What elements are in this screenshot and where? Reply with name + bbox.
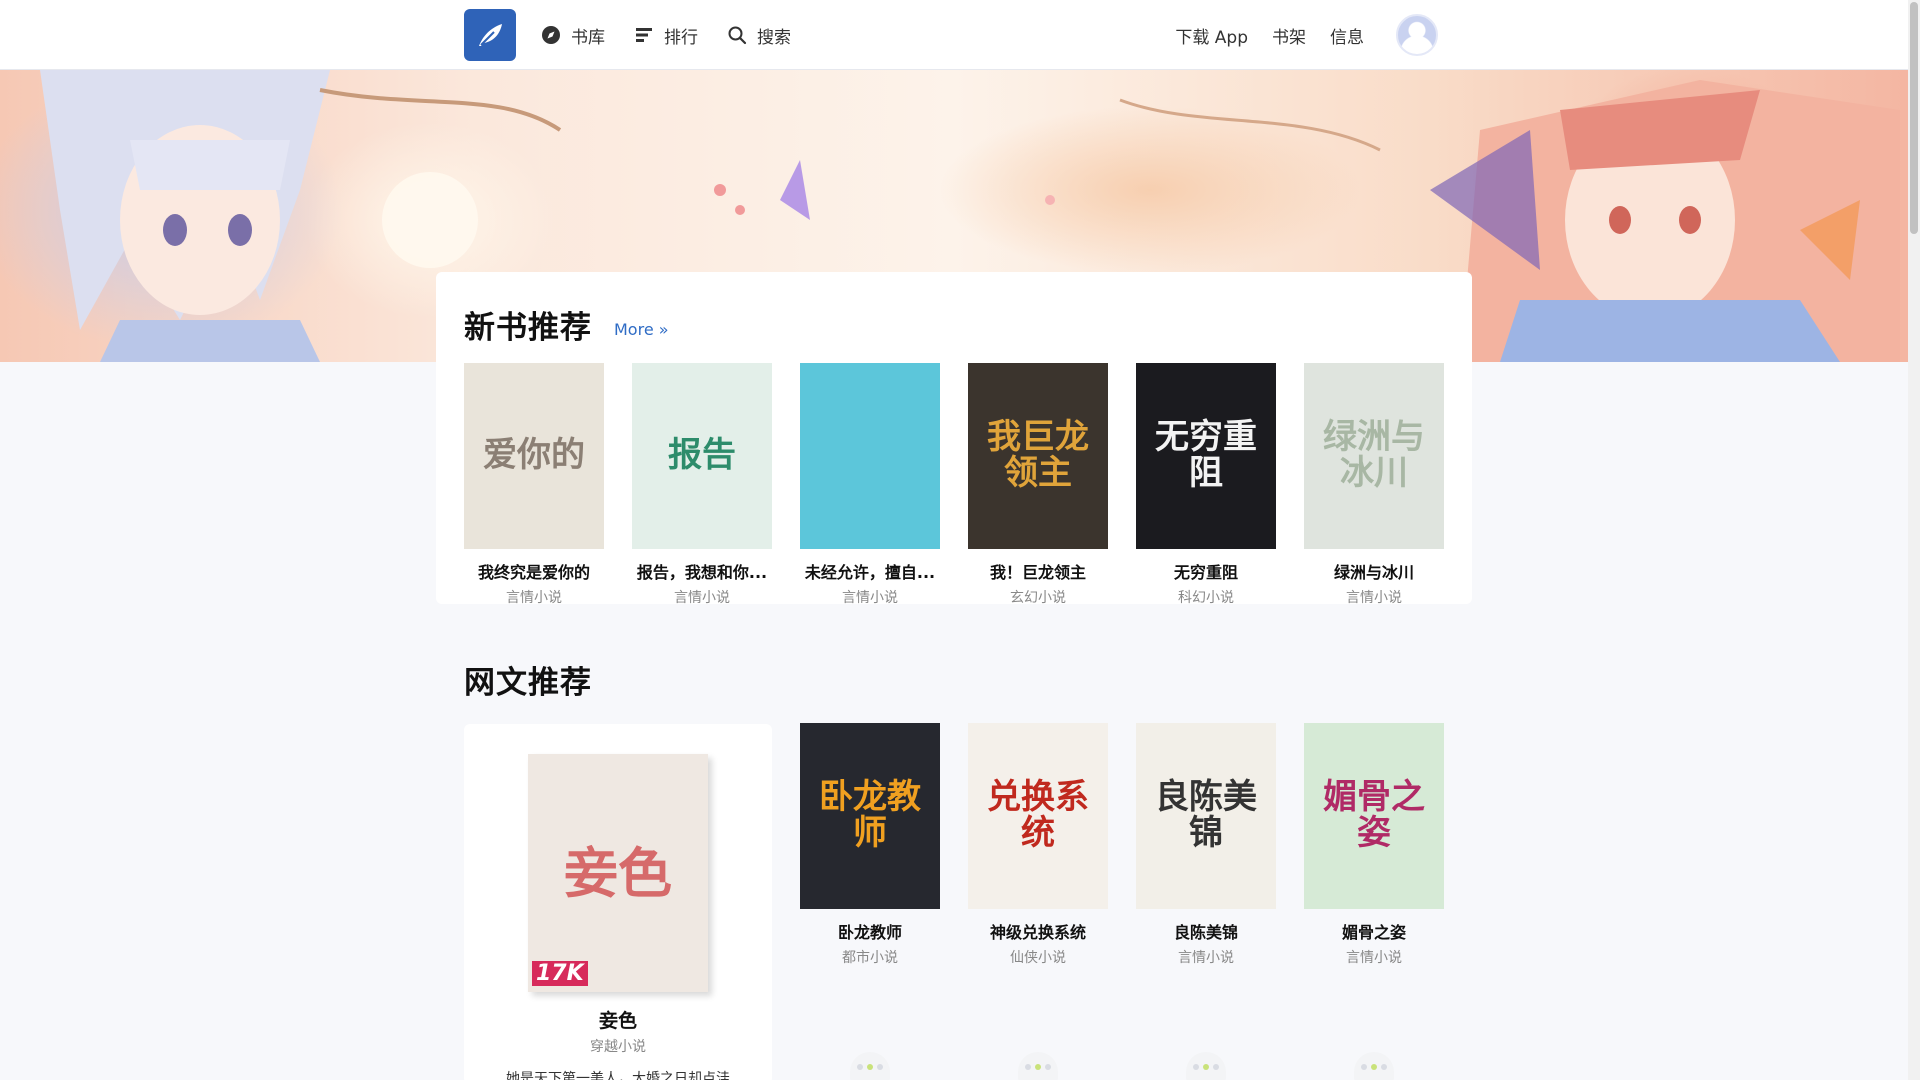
- book-genre: 玄幻小说: [1010, 590, 1066, 606]
- compass-icon: [540, 24, 562, 46]
- book-title: 良陈美锦: [1173, 923, 1238, 942]
- featured-book-genre: 穿越小说: [590, 1039, 646, 1055]
- book-cover: 兑换系统: [968, 723, 1108, 909]
- featured-book-cover: 妾色 17K: [528, 754, 708, 992]
- book-cover: 绿洲与冰川: [1304, 363, 1444, 549]
- cover-text: [864, 450, 876, 462]
- book-cover: 我巨龙领主: [968, 363, 1108, 549]
- book-card[interactable]: 绿洲与冰川 绿洲与冰川 言情小说: [1304, 363, 1444, 607]
- book-card[interactable]: 爱你的 我终究是爱你的 言情小说: [464, 363, 604, 607]
- book-title: 未经允许，擅自...: [804, 563, 936, 582]
- book-card[interactable]: 兑换系统 神级兑换系统 仙侠小说: [968, 723, 1108, 967]
- nav-right: 下载 App 书架 信息: [1175, 0, 1438, 70]
- loading-placeholder-icon: [850, 1052, 890, 1080]
- cover-text: 绿洲与冰川: [1323, 417, 1425, 493]
- more-link[interactable]: More »: [614, 320, 669, 339]
- book-genre: 言情小说: [1178, 950, 1234, 966]
- section-title-web-novels: 网文推荐: [464, 665, 592, 701]
- book-cover: 良陈美锦: [1136, 723, 1276, 909]
- book-genre: 言情小说: [1346, 590, 1402, 606]
- download-app-link[interactable]: 下载 App: [1175, 23, 1248, 48]
- book-genre: 言情小说: [506, 590, 562, 606]
- book-genre: 仙侠小说: [1010, 950, 1066, 966]
- nav-label: 搜索: [757, 27, 791, 48]
- feather-icon: [479, 24, 502, 46]
- book-card[interactable]: 卧龙教师 卧龙教师 都市小说: [800, 723, 940, 967]
- featured-book-desc: 她是天下第一美人，大婚之日却点洼: [506, 1071, 730, 1080]
- book-card[interactable]: 无穷重阻 无穷重阻 科幻小说: [1136, 363, 1276, 607]
- loading-placeholder-icon: [1018, 1052, 1058, 1080]
- book-title: 我终究是爱你的: [477, 563, 590, 582]
- cover-text: 兑换系统: [987, 777, 1089, 853]
- publisher-badge: 17K: [532, 961, 588, 986]
- book-genre: 科幻小说: [1178, 590, 1234, 606]
- user-avatar-icon[interactable]: [1396, 14, 1438, 56]
- cover-text: 媚骨之姿: [1323, 777, 1425, 853]
- book-title: 无穷重阻: [1173, 563, 1238, 582]
- book-cover: 媚骨之姿: [1304, 723, 1444, 909]
- cover-text: 爱你的: [483, 435, 585, 476]
- book-genre: 言情小说: [842, 590, 898, 606]
- cover-text: 我巨龙领主: [987, 417, 1089, 493]
- bookshelf-link[interactable]: 书架: [1272, 23, 1306, 48]
- book-cover: [800, 363, 940, 549]
- book-card[interactable]: 我巨龙领主 我！巨龙领主 玄幻小说: [968, 363, 1108, 607]
- nav-item-search[interactable]: 搜索: [726, 23, 791, 48]
- loading-placeholder-icon: [1354, 1052, 1394, 1080]
- ranking-icon: [633, 24, 655, 46]
- featured-book-card[interactable]: 妾色 17K 妾色 穿越小说 她是天下第一美人，大婚之日却点洼: [464, 724, 772, 1080]
- section-title-new-books: 新书推荐: [464, 310, 592, 346]
- book-title: 卧龙教师: [837, 923, 902, 942]
- book-title: 我！巨龙领主: [989, 563, 1086, 582]
- cover-text: 良陈美锦: [1155, 777, 1257, 853]
- top-nav: 书库 排行 搜索 下载 App 书架 信息: [0, 0, 1908, 70]
- book-cover: 无穷重阻: [1136, 363, 1276, 549]
- book-card[interactable]: 报告 报告，我想和你... 言情小说: [632, 363, 772, 607]
- book-title: 神级兑换系统: [989, 923, 1086, 942]
- search-icon: [726, 24, 748, 46]
- book-cover: 卧龙教师: [800, 723, 940, 909]
- messages-link[interactable]: 信息: [1330, 23, 1364, 48]
- nav-left: 书库 排行 搜索: [540, 0, 791, 70]
- book-genre: 都市小说: [842, 950, 898, 966]
- book-title: 绿洲与冰川: [1333, 563, 1414, 582]
- nav-item-library[interactable]: 书库: [540, 23, 605, 48]
- book-cover: 报告: [632, 363, 772, 549]
- book-card[interactable]: 媚骨之姿 媚骨之姿 言情小说: [1304, 723, 1444, 967]
- loading-placeholder-icon: [1186, 1052, 1226, 1080]
- cover-text: 卧龙教师: [819, 777, 921, 853]
- book-card[interactable]: 良陈美锦 良陈美锦 言情小说: [1136, 723, 1276, 967]
- nav-item-ranking[interactable]: 排行: [633, 23, 698, 48]
- site-logo[interactable]: [464, 9, 516, 61]
- cover-text: 妾色: [564, 840, 672, 905]
- book-genre: 言情小说: [1346, 950, 1402, 966]
- book-card[interactable]: 未经允许，擅自... 言情小说: [800, 363, 940, 607]
- cover-text: 无穷重阻: [1155, 417, 1257, 493]
- nav-label: 排行: [664, 27, 698, 48]
- cover-text: 报告: [668, 435, 736, 476]
- scrollbar[interactable]: [1908, 0, 1920, 1080]
- featured-book-title: 妾色: [598, 1010, 637, 1032]
- book-title: 媚骨之姿: [1341, 923, 1406, 942]
- page: 书库 排行 搜索 下载 App 书架 信息 新书推荐 More » 爱你的 我终…: [0, 0, 1920, 1080]
- book-title: 报告，我想和你...: [636, 563, 768, 582]
- book-cover: 爱你的: [464, 363, 604, 549]
- book-genre: 言情小说: [674, 590, 730, 606]
- nav-label: 书库: [571, 27, 605, 48]
- scrollbar-thumb[interactable]: [1910, 2, 1918, 234]
